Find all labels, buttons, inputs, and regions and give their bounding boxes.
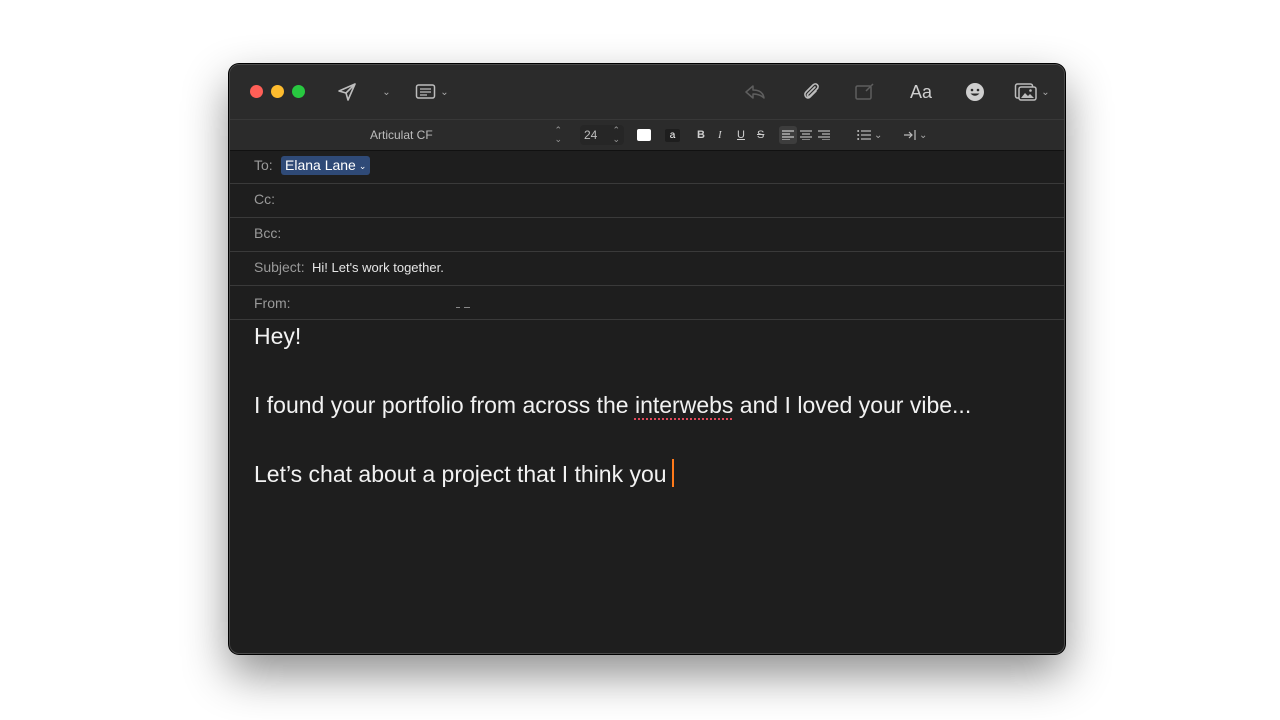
header-fields-button[interactable]: ⌄ bbox=[412, 79, 452, 105]
close-window-button[interactable] bbox=[250, 85, 263, 98]
font-size-select[interactable]: 24 ⌃ ⌄ bbox=[580, 125, 624, 145]
highlight-color-swatch[interactable]: a bbox=[665, 129, 680, 142]
body-line: Hey! bbox=[254, 323, 302, 349]
to-label: To: bbox=[254, 157, 273, 173]
stepper-arrows-icon: ⌃ ⌄ bbox=[554, 125, 562, 144]
send-button[interactable] bbox=[334, 79, 360, 105]
title-toolbar: ⌄ ⌄ Aa ⌄ bbox=[230, 65, 1064, 119]
align-right-button[interactable] bbox=[815, 126, 833, 144]
cc-field-row[interactable]: Cc: bbox=[230, 183, 1064, 218]
alignment-group bbox=[779, 126, 841, 144]
recipient-token[interactable]: Elana Lane ⌄ bbox=[281, 156, 371, 175]
bcc-label: Bcc: bbox=[254, 225, 282, 241]
text-color-swatch[interactable] bbox=[637, 129, 651, 141]
from-label: From: bbox=[254, 295, 291, 311]
misspelled-word[interactable]: interwebs bbox=[635, 392, 733, 418]
markup-button[interactable] bbox=[852, 79, 878, 105]
chevron-down-icon: ⌄ bbox=[1041, 86, 1050, 98]
stepper-arrows-icon: ⌃ ⌄ bbox=[612, 125, 620, 144]
font-family-select[interactable]: Articulat CF ⌃ ⌄ bbox=[364, 125, 568, 145]
align-right-icon bbox=[818, 130, 830, 140]
minimize-window-button[interactable] bbox=[271, 85, 284, 98]
align-left-button[interactable] bbox=[779, 126, 797, 144]
emoji-button[interactable] bbox=[963, 79, 987, 105]
chevron-down-icon: ⌄ bbox=[358, 161, 367, 171]
subject-label: Subject: bbox=[254, 259, 305, 275]
send-options-button[interactable]: ⌄ bbox=[378, 79, 392, 105]
align-left-icon bbox=[782, 130, 794, 140]
body-line: Let’s chat about a project that I think … bbox=[254, 457, 1044, 491]
from-value[interactable] bbox=[456, 307, 460, 308]
reply-button[interactable] bbox=[742, 79, 768, 105]
photo-browser-icon bbox=[1015, 83, 1038, 101]
indent-icon bbox=[904, 130, 916, 140]
compose-window: ⌄ ⌄ Aa ⌄ Articulat CF ⌃ ⌄ 24 ⌃ ⌄ a B I U… bbox=[229, 64, 1065, 654]
reply-icon bbox=[745, 85, 765, 99]
highlight-color-icon: a bbox=[669, 130, 676, 141]
list-style-button[interactable]: ⌄ bbox=[857, 125, 882, 145]
paperclip-icon bbox=[804, 83, 819, 99]
font-panel-button[interactable]: Aa bbox=[906, 79, 936, 105]
chevron-down-icon: ⌄ bbox=[919, 129, 928, 141]
strikethrough-button[interactable]: S bbox=[757, 125, 764, 145]
font-size-value: 24 bbox=[584, 128, 598, 142]
bold-button[interactable]: B bbox=[697, 125, 705, 145]
zoom-window-button[interactable] bbox=[292, 85, 305, 98]
font-panel-icon: Aa bbox=[909, 81, 933, 102]
font-family-value: Articulat CF bbox=[370, 128, 433, 142]
chevron-down-icon: ⌄ bbox=[440, 86, 449, 98]
to-field-row[interactable]: To: Elana Lane ⌄ bbox=[230, 149, 1064, 184]
recipient-name: Elana Lane bbox=[285, 157, 356, 173]
photo-browser-button[interactable]: ⌄ bbox=[1012, 79, 1052, 105]
from-field-row[interactable]: From: bbox=[230, 285, 1064, 320]
bcc-field-row[interactable]: Bcc: bbox=[230, 217, 1064, 252]
italic-button[interactable]: I bbox=[718, 125, 722, 145]
bullet-list-icon bbox=[857, 130, 871, 140]
indent-button[interactable]: ⌄ bbox=[904, 125, 927, 145]
attach-button[interactable] bbox=[798, 79, 824, 105]
body-line: I found your portfolio from across the i… bbox=[254, 392, 972, 418]
format-bar: Articulat CF ⌃ ⌄ 24 ⌃ ⌄ a B I U S ⌄ ⌄ bbox=[230, 119, 1064, 151]
message-body[interactable]: Hey! I found your portfolio from across … bbox=[254, 319, 1044, 526]
header-fields-icon bbox=[416, 84, 436, 99]
align-center-button[interactable] bbox=[797, 126, 815, 144]
send-icon bbox=[338, 83, 356, 101]
subject-field-row[interactable]: Subject: Hi! Let's work together. bbox=[230, 251, 1064, 286]
underline-button[interactable]: U bbox=[737, 125, 745, 145]
align-center-icon bbox=[800, 130, 812, 140]
subject-input[interactable]: Hi! Let's work together. bbox=[312, 260, 444, 275]
text-cursor bbox=[671, 459, 674, 487]
chevron-down-icon: ⌄ bbox=[874, 129, 883, 141]
emoji-icon bbox=[966, 83, 984, 101]
markup-icon bbox=[855, 83, 874, 100]
chevron-down-icon: ⌄ bbox=[382, 86, 391, 98]
cc-label: Cc: bbox=[254, 191, 275, 207]
